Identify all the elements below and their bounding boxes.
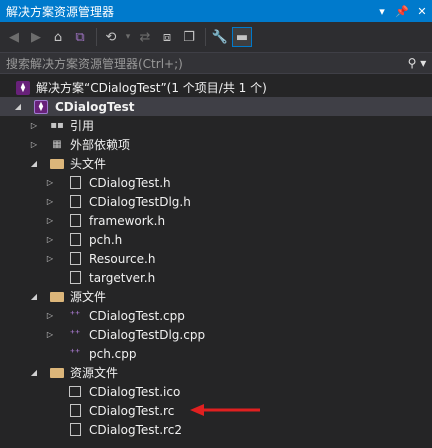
tree-row-source-file[interactable]: ⁺⁺ pch.cpp [0, 344, 432, 363]
tree-row-source-file[interactable]: ▷ ⁺⁺ CDialogTestDlg.cpp [0, 325, 432, 344]
solution-explorer-toolbar: ◀ ▶ ⌂ ⧉ ⟲ ▾ ⇄ ⧈ ❐ 🔧 ▬ [0, 22, 432, 52]
file-label: CDialogTest.h [89, 175, 171, 190]
headers-folder-label: 头文件 [70, 157, 107, 171]
solution-icon: ⧫ [16, 80, 30, 95]
project-label: CDialogTest [55, 99, 135, 114]
project-icon: ⧫ [34, 99, 48, 114]
file-label: targetver.h [89, 270, 156, 285]
file-label: pch.cpp [89, 346, 137, 361]
references-icon: ▪▪ [50, 119, 64, 131]
expand-arrow-icon[interactable]: ▷ [44, 254, 56, 263]
expand-arrow-icon[interactable]: ▷ [44, 330, 56, 339]
panel-title-bar: 解决方案资源管理器 ▾ 📌 ✕ [0, 0, 432, 22]
tree-row-external-deps[interactable]: ▷ ▦ 外部依赖项 [0, 135, 432, 154]
tree-row-resource-file[interactable]: CDialogTest.ico [0, 382, 432, 401]
cpp-file-icon: ⁺⁺ [69, 309, 81, 321]
sync-icon[interactable]: ⇄ [135, 27, 155, 47]
tree-row-solution[interactable]: ⧫ 解决方案“CDialogTest”(1 个项目/共 1 个) [0, 78, 432, 97]
tree-row-resources-folder[interactable]: ◢ 资源文件 [0, 363, 432, 382]
expand-arrow-icon[interactable]: ▷ [44, 311, 56, 320]
tree-row-header-file[interactable]: ▷ CDialogTest.h [0, 173, 432, 192]
tree-row-header-file[interactable]: ▷ CDialogTestDlg.h [0, 192, 432, 211]
file-label: framework.h [89, 213, 166, 228]
file-label: CDialogTest.rc [89, 403, 175, 418]
search-input[interactable]: 搜索解决方案资源管理器(Ctrl+;) [0, 55, 402, 72]
image-file-icon [68, 385, 82, 399]
home-icon[interactable]: ⌂ [48, 27, 68, 47]
chevron-down-icon[interactable]: ▾ [123, 27, 133, 47]
file-label: CDialogTest.ico [89, 384, 181, 399]
resource-file-icon [68, 404, 82, 418]
header-file-icon [68, 176, 82, 190]
references-label: 引用 [70, 119, 95, 133]
chevron-down-icon[interactable]: ▾ [372, 5, 392, 18]
file-label: CDialogTestDlg.cpp [89, 327, 206, 342]
tree-row-sources-folder[interactable]: ◢ 源文件 [0, 287, 432, 306]
vs-switch-icon[interactable]: ⧉ [70, 27, 90, 47]
forward-icon[interactable]: ▶ [26, 27, 46, 47]
close-icon[interactable]: ✕ [412, 5, 432, 18]
resources-folder-label: 资源文件 [70, 366, 119, 380]
tree-row-source-file[interactable]: ▷ ⁺⁺ CDialogTest.cpp [0, 306, 432, 325]
collapse-arrow-icon[interactable]: ◢ [28, 159, 40, 168]
expand-arrow-icon[interactable]: ▷ [44, 178, 56, 187]
search-icon[interactable]: ⚲ ▾ [402, 56, 432, 70]
file-label: CDialogTest.rc2 [89, 422, 182, 437]
collapse-arrow-icon[interactable]: ◢ [28, 292, 40, 301]
expand-arrow-icon[interactable]: ▷ [28, 140, 40, 149]
tree-row-header-file[interactable]: ▷ pch.h [0, 230, 432, 249]
expand-arrow-icon[interactable]: ▷ [44, 235, 56, 244]
expand-arrow-icon[interactable]: ▷ [44, 197, 56, 206]
expand-arrow-icon[interactable]: ▷ [28, 121, 40, 130]
back-icon[interactable]: ◀ [4, 27, 24, 47]
external-deps-icon: ▦ [52, 138, 62, 150]
file-label: Resource.h [89, 251, 156, 266]
folder-icon [50, 157, 64, 171]
tree-row-references[interactable]: ▷ ▪▪ 引用 [0, 116, 432, 135]
tree-row-header-file[interactable]: ▷ framework.h [0, 211, 432, 230]
collapse-all-icon[interactable]: ⧈ [157, 27, 177, 47]
tree-row-headers-folder[interactable]: ◢ 头文件 [0, 154, 432, 173]
header-file-icon [68, 252, 82, 266]
solution-label: 解决方案“CDialogTest”(1 个项目/共 1 个) [36, 81, 267, 95]
file-label: pch.h [89, 232, 123, 247]
panel-title: 解决方案资源管理器 [6, 4, 115, 19]
header-file-icon [68, 233, 82, 247]
preview-icon[interactable]: ▬ [232, 27, 252, 47]
folder-icon [50, 366, 64, 380]
tree-row-resource-file[interactable]: CDialogTest.rc2 [0, 420, 432, 439]
sources-folder-label: 源文件 [70, 290, 107, 304]
header-file-icon [68, 195, 82, 209]
show-all-files-icon[interactable]: ❐ [179, 27, 199, 47]
tree-row-project[interactable]: ◢ ⧫ CDialogTest [0, 97, 432, 116]
resource-file-icon [68, 423, 82, 437]
tree-row-header-file[interactable]: ▷ Resource.h [0, 249, 432, 268]
cpp-file-icon: ⁺⁺ [69, 347, 81, 359]
tree-row-header-file[interactable]: targetver.h [0, 268, 432, 287]
cpp-file-icon: ⁺⁺ [69, 328, 81, 340]
search-bar[interactable]: 搜索解决方案资源管理器(Ctrl+;) ⚲ ▾ [0, 52, 432, 74]
external-deps-label: 外部依赖项 [70, 138, 131, 152]
header-file-icon [68, 214, 82, 228]
header-file-icon [68, 271, 82, 285]
pin-icon[interactable]: 📌 [392, 5, 412, 18]
collapse-arrow-icon[interactable]: ◢ [12, 102, 24, 111]
history-icon[interactable]: ⟲ [101, 27, 121, 47]
toolbar-separator [96, 28, 97, 46]
annotation-arrow [190, 404, 260, 416]
folder-icon [50, 290, 64, 304]
file-label: CDialogTestDlg.h [89, 194, 191, 209]
expand-arrow-icon[interactable]: ▷ [44, 216, 56, 225]
file-label: CDialogTest.cpp [89, 308, 185, 323]
collapse-arrow-icon[interactable]: ◢ [28, 368, 40, 377]
toolbar-separator [205, 28, 206, 46]
solution-tree: ⧫ 解决方案“CDialogTest”(1 个项目/共 1 个) ◢ ⧫ CDi… [0, 78, 432, 439]
properties-icon[interactable]: 🔧 [210, 27, 230, 47]
